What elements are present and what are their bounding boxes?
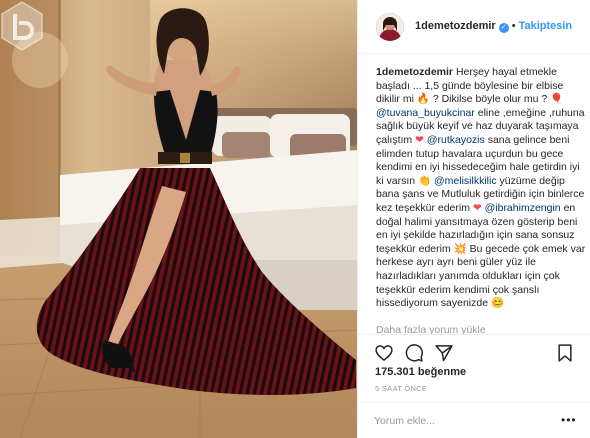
mention-link[interactable]: @melisilkkilic	[434, 175, 497, 187]
mention-link[interactable]: @rutkayozis	[427, 134, 485, 146]
fire-emoji-icon: 🔥	[416, 93, 430, 106]
header-separator: •	[511, 20, 516, 32]
caption-author[interactable]: 1demetozdemir	[376, 66, 453, 78]
comment-input[interactable]	[374, 411, 544, 431]
username-link[interactable]: 1demetozdemir	[415, 20, 496, 32]
watermark-logo	[1, 1, 43, 51]
mention-link[interactable]: @tuvana_buyukcinar	[376, 107, 475, 119]
like-count[interactable]: 175.301 beğenme	[375, 366, 466, 378]
more-options-icon[interactable]: •••	[561, 413, 577, 427]
post-photo[interactable]	[0, 0, 357, 438]
balloon-emoji-icon: 🎈	[550, 93, 564, 106]
follow-button[interactable]: Takiptesin	[519, 20, 573, 32]
share-icon[interactable]	[434, 343, 454, 363]
collision-emoji-icon: 💥	[453, 242, 467, 255]
header-text: 1demetozdemir ✓ • Takiptesin	[415, 20, 572, 33]
clap-emoji-icon: 👏	[418, 174, 432, 187]
post-caption: 1demetozdemir Herşey hayal etmekle başla…	[376, 66, 590, 311]
photo-illustration	[0, 0, 357, 438]
comment-box: •••	[358, 402, 590, 438]
smile-emoji-icon: 😊	[490, 297, 505, 310]
mention-link[interactable]: @ibrahimzengin	[485, 202, 561, 214]
heart-emoji-icon: ❤	[472, 201, 482, 214]
verified-badge-icon: ✓	[498, 23, 509, 33]
post-timestamp[interactable]: 5 SAAT ÖNCE	[375, 384, 427, 393]
heart-emoji-icon: ❤	[415, 133, 424, 146]
avatar[interactable]	[376, 13, 404, 41]
post-header: 1demetozdemir ✓ • Takiptesin	[358, 0, 590, 54]
heart-icon[interactable]	[374, 343, 394, 363]
post-container: 1demetozdemir ✓ • Takiptesin 1demetozdemir …	[0, 0, 590, 438]
comment-icon[interactable]	[404, 343, 424, 363]
post-side-panel: 1demetozdemir ✓ • Takiptesin 1demetozdemir …	[357, 0, 590, 438]
caption-text: ? Dikilse böyle olur mu ?	[432, 93, 548, 106]
bookmark-icon[interactable]	[555, 343, 575, 363]
